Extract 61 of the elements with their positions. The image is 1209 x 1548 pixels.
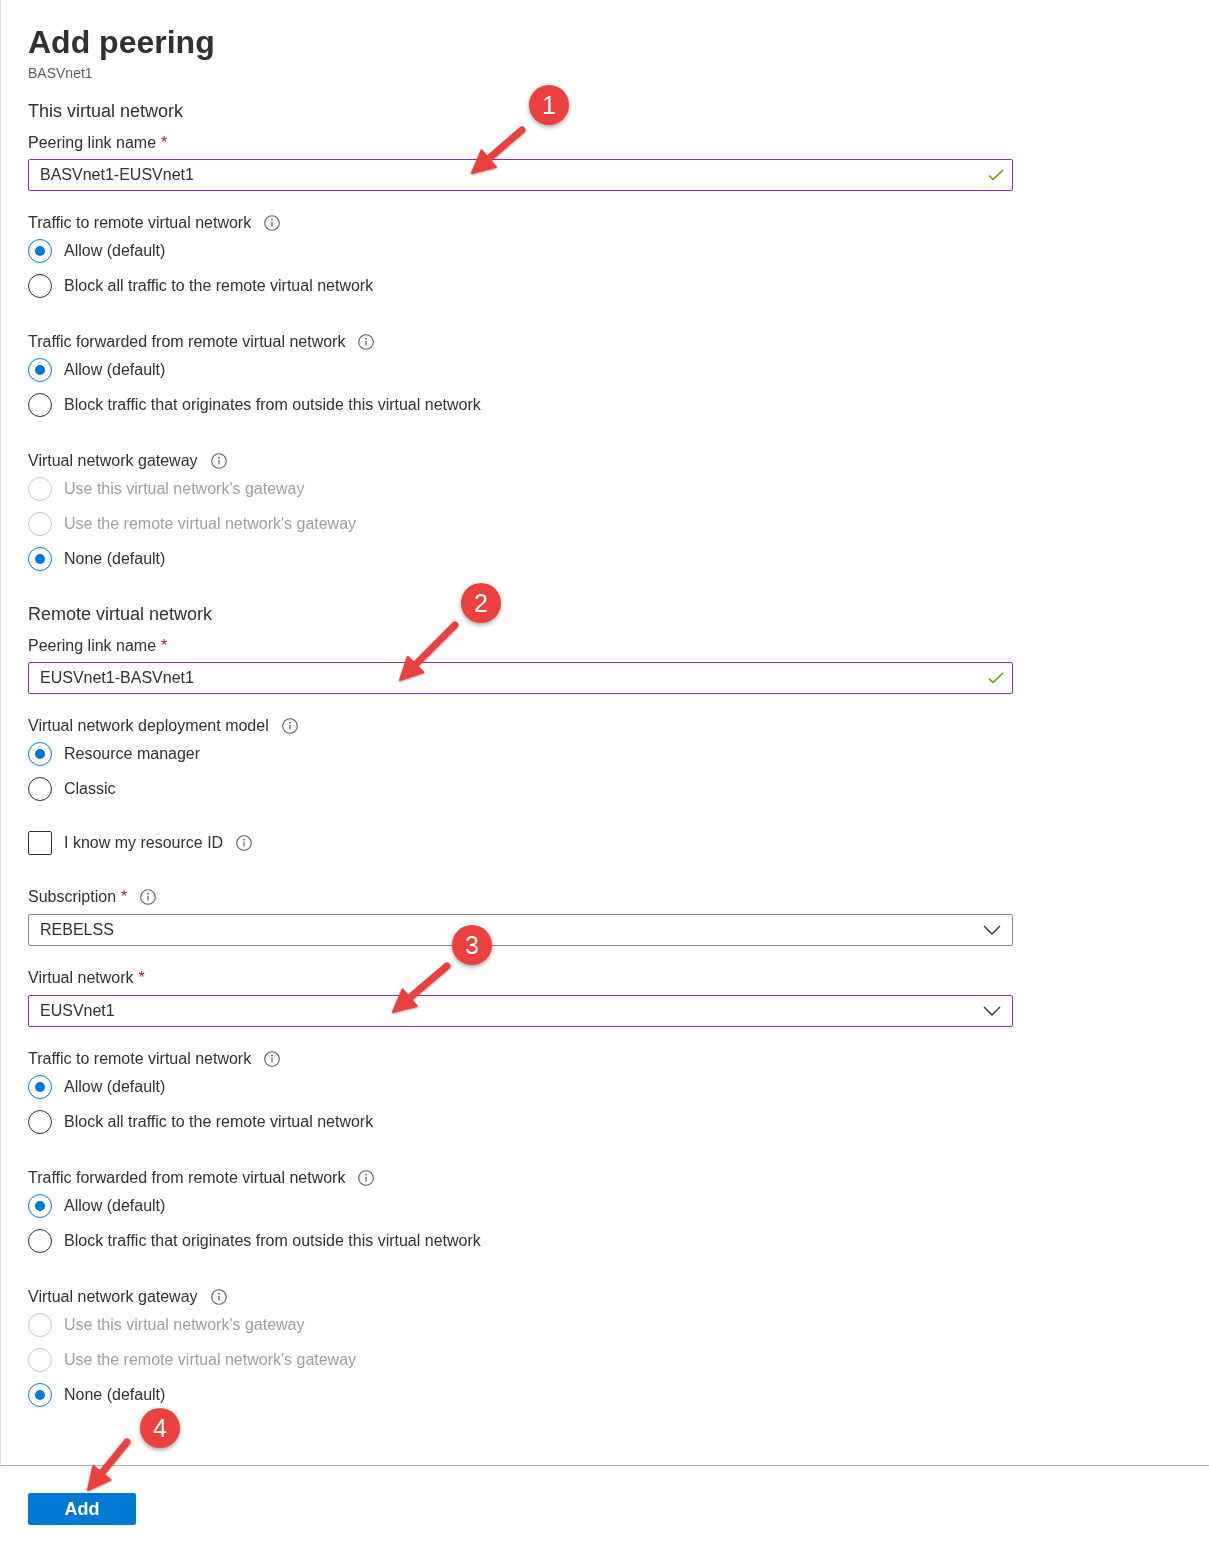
- field-label: Traffic to remote virtual network: [28, 213, 252, 233]
- field-label: Traffic forwarded from remote virtual network: [28, 1168, 346, 1188]
- chevron-down-icon: [983, 925, 1001, 935]
- add-button[interactable]: Add: [28, 1493, 136, 1525]
- section-heading: Remote virtual network: [28, 603, 213, 626]
- callout-badge: 1: [529, 85, 569, 125]
- dropdown[interactable]: EUSVnet1: [28, 995, 1013, 1027]
- field-label: Subscription: [28, 887, 117, 907]
- field-label: Virtual network gateway: [28, 1287, 198, 1307]
- field-label: Virtual network gateway: [28, 451, 198, 471]
- radio-label[interactable]: None (default): [64, 547, 166, 571]
- radio-button[interactable]: [28, 393, 52, 417]
- check-icon: [988, 169, 1004, 181]
- radio-button[interactable]: [28, 358, 52, 382]
- radio-label[interactable]: Allow (default): [64, 239, 166, 263]
- callout-badge: 4: [140, 1408, 180, 1448]
- field-label: Traffic forwarded from remote virtual network: [28, 332, 346, 352]
- field-label: Traffic to remote virtual network: [28, 1049, 252, 1069]
- radio-button[interactable]: [28, 239, 52, 263]
- field-label: Peering link name: [28, 133, 157, 153]
- chevron-down-icon: [983, 1006, 1001, 1016]
- required-asterisk: *: [161, 636, 168, 656]
- radio-button[interactable]: [28, 274, 52, 298]
- panel-subtitle: BASVnet1: [28, 64, 93, 83]
- radio-button[interactable]: [28, 1110, 52, 1134]
- radio-label[interactable]: Allow (default): [64, 1194, 166, 1218]
- radio-label[interactable]: Classic: [64, 777, 116, 801]
- radio-label[interactable]: Block traffic that originates from outside this virtual network: [64, 1229, 481, 1253]
- radio-label[interactable]: Block all traffic to the remote virtual network: [64, 274, 374, 298]
- callout-badge: 2: [461, 583, 501, 623]
- radio-label[interactable]: Resource manager: [64, 742, 201, 766]
- field-label: Peering link name: [28, 636, 157, 656]
- field-label: Virtual network: [28, 968, 134, 988]
- checkbox[interactable]: [28, 831, 52, 855]
- radio-label[interactable]: Block traffic that originates from outside this virtual network: [64, 393, 481, 417]
- section-heading: This virtual network: [28, 100, 184, 123]
- radio-button[interactable]: [28, 1229, 52, 1253]
- panel-title: Add peering: [28, 23, 215, 62]
- callout-arrow: [396, 621, 459, 684]
- radio-label[interactable]: Allow (default): [64, 358, 166, 382]
- radio-button[interactable]: [28, 1075, 52, 1099]
- radio-button[interactable]: [28, 742, 52, 766]
- radio-button[interactable]: [28, 777, 52, 801]
- checkbox-label[interactable]: I know my resource ID: [64, 831, 224, 855]
- required-asterisk: *: [161, 133, 168, 153]
- radio-label[interactable]: Allow (default): [64, 1075, 166, 1099]
- radio-label[interactable]: None (default): [64, 1383, 166, 1407]
- callout-badge: 3: [452, 925, 492, 965]
- text-input[interactable]: BASVnet1-EUSVnet1: [28, 159, 1013, 191]
- field-label: Virtual network deployment model: [28, 716, 269, 736]
- radio-button[interactable]: [28, 1383, 52, 1407]
- radio-button[interactable]: [28, 547, 52, 571]
- callout-arrow: [389, 962, 451, 1016]
- check-icon: [988, 672, 1004, 684]
- required-asterisk: *: [121, 887, 128, 907]
- callout-arrow: [468, 126, 526, 177]
- radio-button[interactable]: [28, 1194, 52, 1218]
- text-input[interactable]: EUSVnet1-BASVnet1: [28, 662, 1013, 694]
- required-asterisk: *: [138, 968, 145, 988]
- callout-arrow: [84, 1438, 131, 1494]
- radio-label[interactable]: Block all traffic to the remote virtual network: [64, 1110, 374, 1134]
